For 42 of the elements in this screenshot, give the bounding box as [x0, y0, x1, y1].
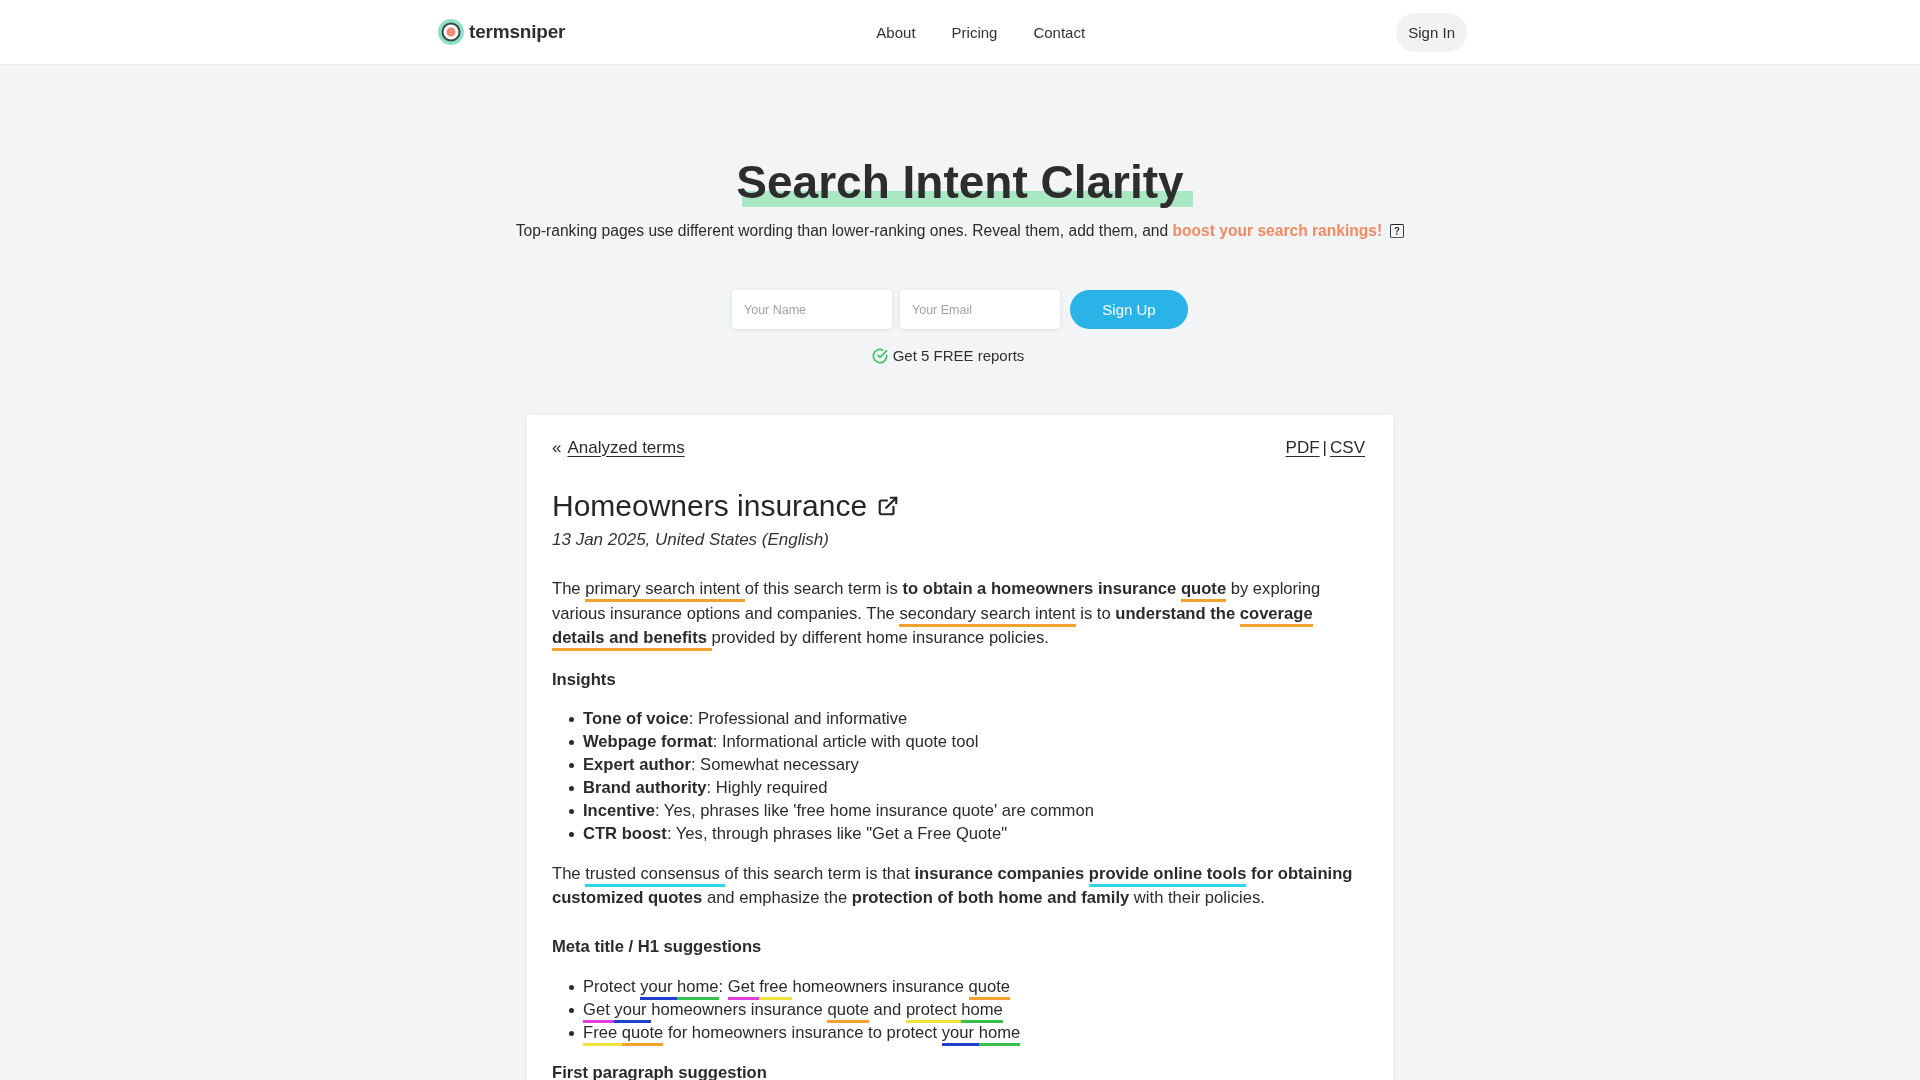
bullet-icon: [569, 1007, 574, 1013]
report-date: 13 Jan 2025, United States (English): [552, 529, 830, 551]
report-title: Homeowners insurance: [552, 489, 868, 523]
insight-item: Tone of voice: Professional and informative: [583, 707, 908, 730]
consensus-paragraph: The trusted consensus of this search term is that insurance companies provide online tools for obtaining customized quotes and emphasize the protection of both home and family with their policies.: [552, 862, 1354, 909]
suggestion-item: Protect your home: Get free homeowners insurance quote: [583, 974, 1011, 998]
input-field[interactable]: Your Name: [732, 290, 892, 329]
help-icon[interactable]: [1390, 224, 1405, 238]
sign-in-button[interactable]: Sign In: [1396, 12, 1467, 52]
section-heading: Insights: [552, 668, 617, 691]
nav-link[interactable]: Contact: [1033, 23, 1086, 41]
offer-note: Get 5 FREE reports: [892, 346, 1025, 366]
bullet-icon: [569, 984, 574, 990]
insight-item: Brand authority: Highly required: [583, 776, 828, 799]
bullet-icon: [569, 762, 574, 768]
target-icon: [438, 19, 464, 45]
brand-name[interactable]: termsniper: [469, 21, 566, 43]
suggestion-item: Free quote for homeowners insurance to protect your home: [583, 1020, 1021, 1044]
external-link-icon[interactable]: [877, 495, 900, 517]
check-circle-icon: [871, 348, 888, 364]
insight-item: Webpage format: Informational article with quote tool: [583, 730, 979, 753]
insight-item: CTR boost: Yes, through phrases like "Get a Free Quote": [583, 822, 1008, 845]
intro-paragraph: The primary search intent of this search term is to obtain a homeowners insurance quote by exploring various insurance options and companies. The secondary search intent is to understand the coverage details and benefits provided by different home insurance policies.: [552, 577, 1365, 651]
nav-link[interactable]: Pricing: [951, 23, 998, 41]
input-field[interactable]: Your Email: [900, 290, 1060, 329]
link-separator: |: [1322, 437, 1328, 459]
export-link[interactable]: PDF: [1285, 437, 1320, 459]
bullet-icon: [569, 831, 574, 837]
insight-item: Incentive: Yes, phrases like 'free home insurance quote' are common: [583, 799, 1094, 822]
subtitle-text: Top-ranking pages use different wording than lower-ranking ones. Reveal them, add them, and boost your search rankings!: [515, 221, 1383, 241]
back-symbol: «: [552, 437, 562, 459]
suggestion-item: Get your homeowners insurance quote and protect home: [583, 997, 1003, 1021]
bullet-icon: [569, 716, 574, 722]
back-link[interactable]: Analyzed terms: [567, 437, 685, 459]
bullet-icon: [569, 808, 574, 814]
nav-link[interactable]: About: [876, 23, 916, 41]
export-link[interactable]: CSV: [1330, 437, 1365, 459]
bullet-icon: [569, 739, 574, 745]
section-heading: Meta title / H1 suggestions: [552, 935, 763, 958]
insight-item: Expert author: Somewhat necessary: [583, 753, 859, 776]
bullet-icon: [569, 785, 574, 791]
bullet-icon: [569, 1030, 574, 1036]
